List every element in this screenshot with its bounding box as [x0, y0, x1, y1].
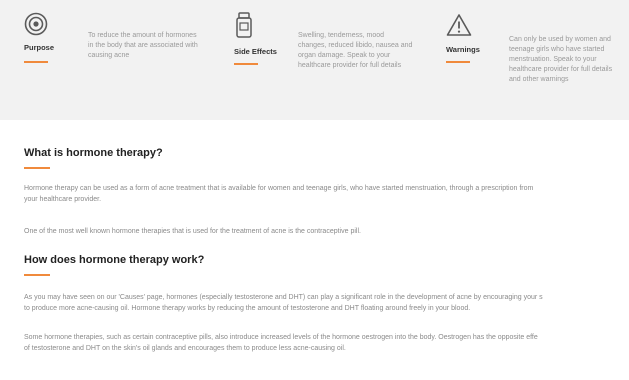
warning-triangle-icon [446, 13, 472, 41]
warnings-description: Can only be used by women and teenage gi… [509, 35, 629, 85]
paragraph: Some hormone therapies, such as certain … [24, 332, 629, 354]
side-effects-line: Swelling, tenderness, mood [298, 32, 384, 39]
purpose-title: Purpose [24, 43, 55, 52]
warnings-line: and other warnings [509, 76, 569, 83]
paragraph-line: Some hormone therapies, such as certain … [24, 334, 538, 341]
side-effects-description: Swelling, tenderness, mood changes, redu… [298, 31, 438, 71]
paragraph-line: Hormone therapy can be used as a form of… [24, 185, 534, 192]
warnings-line: teenage girls who have started [509, 46, 605, 53]
section-underline [24, 167, 50, 169]
paragraph: One of the most well known hormone thera… [24, 226, 629, 237]
side-effects-line: changes, reduced libido, nausea and [298, 42, 413, 49]
paragraph-line: One of the most well known hormone thera… [24, 228, 361, 235]
warnings-title: Warnings [446, 45, 480, 54]
summary-band: Purpose To reduce the amount of hormones… [0, 0, 629, 120]
purpose-line: To reduce the amount of hormones [88, 32, 197, 39]
section-underline [24, 274, 50, 276]
paragraph-line: of testosterone and DHT on the skin's oi… [24, 345, 346, 352]
side-effects-underline [234, 63, 258, 65]
pill-bottle-icon [234, 12, 258, 40]
purpose-line: in the body that are associated with [88, 42, 198, 49]
paragraph: As you may have seen on our 'Causes' pag… [24, 292, 629, 314]
paragraph-line: to produce more acne-causing oil. Hormon… [24, 305, 471, 312]
side-effects-line: healthcare provider for full details [298, 62, 402, 69]
purpose-line: causing acne [88, 52, 130, 59]
target-icon [24, 12, 48, 40]
warnings-line: healthcare provider for full details [509, 66, 613, 73]
side-effects-line: organ damage. Speak to your [298, 52, 391, 59]
section-heading-how-does: How does hormone therapy work? [24, 254, 205, 266]
section-heading-what-is: What is hormone therapy? [24, 147, 163, 159]
warnings-line: Can only be used by women and [509, 36, 611, 43]
paragraph: Hormone therapy can be used as a form of… [24, 183, 629, 205]
purpose-description: To reduce the amount of hormones in the … [88, 31, 228, 61]
purpose-underline [24, 61, 48, 63]
side-effects-title: Side Effects [234, 47, 277, 56]
warnings-underline [446, 61, 470, 63]
warnings-line: menstruation. Speak to your [509, 56, 597, 63]
paragraph-line: your healthcare provider. [24, 196, 102, 203]
paragraph-line: As you may have seen on our 'Causes' pag… [24, 294, 543, 301]
